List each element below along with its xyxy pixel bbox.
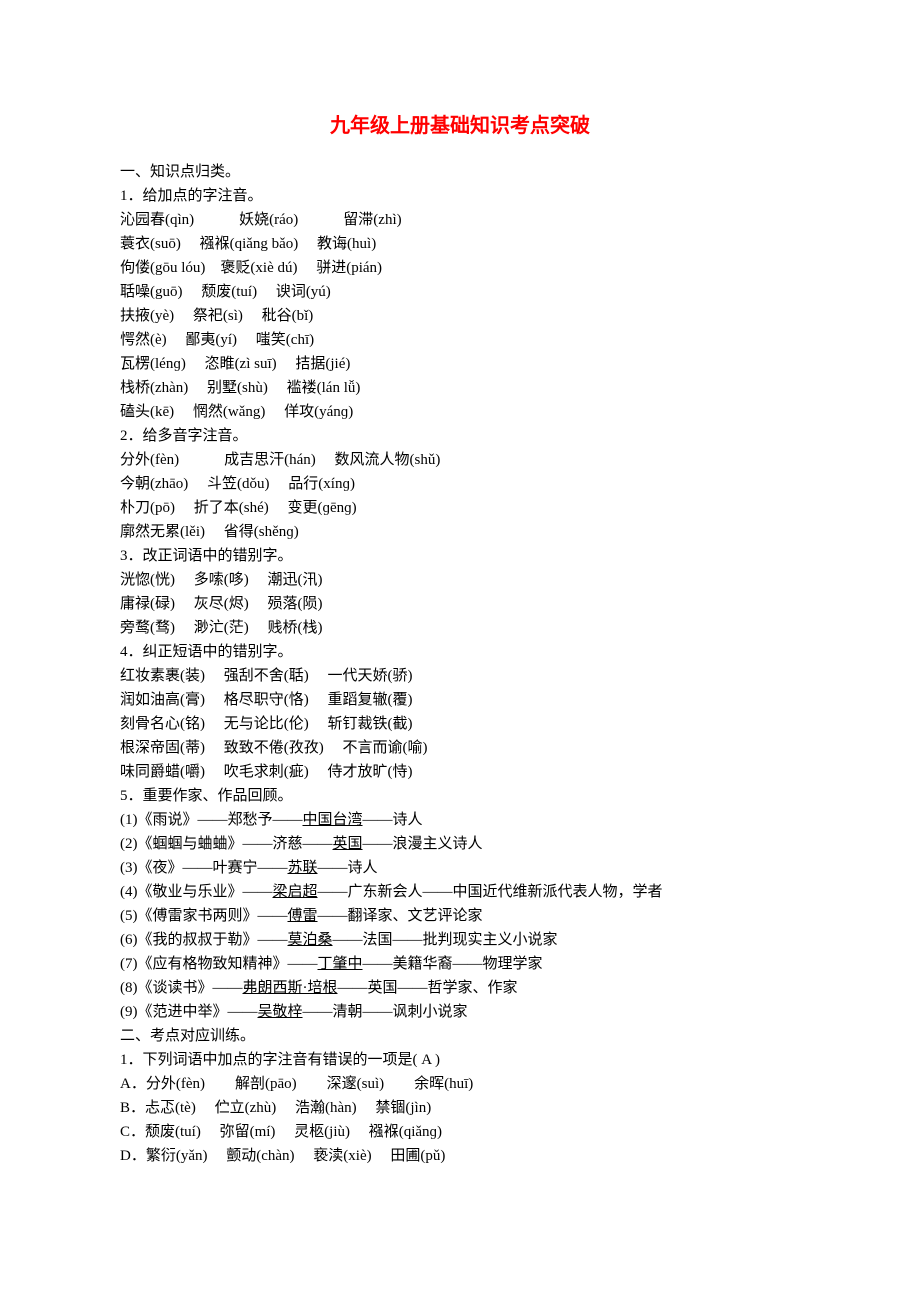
q5-pre: (4)《敬业与乐业》—— <box>120 884 273 900</box>
q1-line: 聒噪(guō) 颓废(tuí) 谀词(yú) <box>120 280 800 304</box>
q4-heading: 4．纠正短语中的错别字。 <box>120 640 800 664</box>
q5-underline: 英国 <box>333 836 363 852</box>
ex1-heading: 1．下列词语中加点的字注音有错误的一项是( A ) <box>120 1048 800 1072</box>
ex1-option: A．分外(fèn) 解剖(pāo) 深邃(suì) 余晖(huī) <box>120 1072 800 1096</box>
page: 九年级上册基础知识考点突破 一、知识点归类。 1．给加点的字注音。 沁园春(qì… <box>0 0 920 1302</box>
section-1-heading: 一、知识点归类。 <box>120 160 800 184</box>
q5-post: ——英国——哲学家、作家 <box>338 980 518 996</box>
q3-line: 洸惚(恍) 多嗦(哆) 潮迅(汛) <box>120 568 800 592</box>
q5-post: ——美籍华裔——物理学家 <box>363 956 543 972</box>
q5-item: (9)《范进中举》——吴敬梓——清朝——讽刺小说家 <box>120 1000 800 1024</box>
q5-underline: 丁肇中 <box>318 956 363 972</box>
ex1-option: B．忐忑(tè) 伫立(zhù) 浩瀚(hàn) 禁锢(jìn) <box>120 1096 800 1120</box>
q5-item: (8)《谈读书》——弗朗西斯·培根——英国——哲学家、作家 <box>120 976 800 1000</box>
q5-post: ——翻译家、文艺评论家 <box>318 908 483 924</box>
q1-heading: 1．给加点的字注音。 <box>120 184 800 208</box>
q5-post: ——法国——批判现实主义小说家 <box>333 932 558 948</box>
q4-line: 刻骨名心(铭) 无与论比(伦) 斩钉裁铁(截) <box>120 712 800 736</box>
q5-pre: (5)《傅雷家书两则》—— <box>120 908 288 924</box>
q5-underline: 莫泊桑 <box>288 932 333 948</box>
q5-item: (7)《应有格物致知精神》——丁肇中——美籍华裔——物理学家 <box>120 952 800 976</box>
q5-pre: (8)《谈读书》—— <box>120 980 243 996</box>
q2-heading: 2．给多音字注音。 <box>120 424 800 448</box>
q5-pre: (1)《雨说》——郑愁予—— <box>120 812 303 828</box>
section-2-heading: 二、考点对应训练。 <box>120 1024 800 1048</box>
q1-line: 佝偻(gōu lóu) 褒贬(xiè dú) 骈进(pián) <box>120 256 800 280</box>
q2-line: 分外(fèn) 成吉思汗(hán) 数风流人物(shǔ) <box>120 448 800 472</box>
q5-pre: (9)《范进中举》—— <box>120 1004 258 1020</box>
q5-pre: (7)《应有格物致知精神》—— <box>120 956 318 972</box>
q5-post: ——诗人 <box>318 860 378 876</box>
q4-line: 红妆素裹(装) 强刮不舍(聒) 一代天娇(骄) <box>120 664 800 688</box>
q4-line: 润如油高(膏) 格尽职守(恪) 重蹈复辙(覆) <box>120 688 800 712</box>
q1-line: 愕然(è) 鄙夷(yí) 嗤笑(chī) <box>120 328 800 352</box>
q1-line: 栈桥(zhàn) 别墅(shù) 褴褛(lán lǚ) <box>120 376 800 400</box>
q3-heading: 3．改正词语中的错别字。 <box>120 544 800 568</box>
ex1-option: C．颓废(tuí) 弥留(mí) 灵柩(jiù) 襁褓(qiǎnɡ) <box>120 1120 800 1144</box>
q5-post: ——诗人 <box>363 812 423 828</box>
q1-line: 瓦楞(lénɡ) 恣睢(zì suī) 拮据(jié) <box>120 352 800 376</box>
q2-line: 今朝(zhāo) 斗笠(dǒu) 品行(xínɡ) <box>120 472 800 496</box>
q5-item: (1)《雨说》——郑愁予——中国台湾——诗人 <box>120 808 800 832</box>
q2-line: 朴刀(pō) 折了本(shé) 变更(ɡēnɡ) <box>120 496 800 520</box>
q3-line: 庸禄(碌) 灰尽(烬) 殒落(陨) <box>120 592 800 616</box>
q1-line: 磕头(kē) 惘然(wǎng) 佯攻(yánɡ) <box>120 400 800 424</box>
q5-underline: 弗朗西斯·培根 <box>243 980 338 996</box>
q3-line: 旁鹜(骛) 渺汒(茫) 贱桥(栈) <box>120 616 800 640</box>
ex1-option: D．繁衍(yǎn) 颤动(chàn) 亵渎(xiè) 田圃(pǔ) <box>120 1144 800 1168</box>
q5-pre: (3)《夜》——叶赛宁—— <box>120 860 288 876</box>
q1-line: 扶掖(yè) 祭祀(sì) 秕谷(bǐ) <box>120 304 800 328</box>
q1-line: 沁园春(qìn) 妖娆(ráo) 留滞(zhì) <box>120 208 800 232</box>
q5-underline: 梁启超 <box>273 884 318 900</box>
q5-post: ——广东新会人——中国近代维新派代表人物，学者 <box>318 884 663 900</box>
q5-underline: 傅雷 <box>288 908 318 924</box>
q5-item: (5)《傅雷家书两则》——傅雷——翻译家、文艺评论家 <box>120 904 800 928</box>
q5-item: (6)《我的叔叔于勒》——莫泊桑——法国——批判现实主义小说家 <box>120 928 800 952</box>
q2-line: 廓然无累(lěi) 省得(shěnɡ) <box>120 520 800 544</box>
q5-item: (2)《蝈蝈与蛐蛐》——济慈——英国——浪漫主义诗人 <box>120 832 800 856</box>
q5-post: ——浪漫主义诗人 <box>363 836 483 852</box>
document-title: 九年级上册基础知识考点突破 <box>120 110 800 142</box>
q5-pre: (2)《蝈蝈与蛐蛐》——济慈—— <box>120 836 333 852</box>
q5-underline: 中国台湾 <box>303 812 363 828</box>
q5-heading: 5．重要作家、作品回顾。 <box>120 784 800 808</box>
q5-post: ——清朝——讽刺小说家 <box>303 1004 468 1020</box>
q4-line: 根深帝固(蒂) 致致不倦(孜孜) 不言而谕(喻) <box>120 736 800 760</box>
q5-item: (3)《夜》——叶赛宁——苏联——诗人 <box>120 856 800 880</box>
q5-item: (4)《敬业与乐业》——梁启超——广东新会人——中国近代维新派代表人物，学者 <box>120 880 800 904</box>
q5-underline: 吴敬梓 <box>258 1004 303 1020</box>
q5-pre: (6)《我的叔叔于勒》—— <box>120 932 288 948</box>
q5-underline: 苏联 <box>288 860 318 876</box>
q1-line: 蓑衣(suō) 襁褓(qiǎng bǎo) 教诲(huì) <box>120 232 800 256</box>
q4-line: 味同爵蜡(嚼) 吹毛求刺(疵) 侍才放旷(恃) <box>120 760 800 784</box>
